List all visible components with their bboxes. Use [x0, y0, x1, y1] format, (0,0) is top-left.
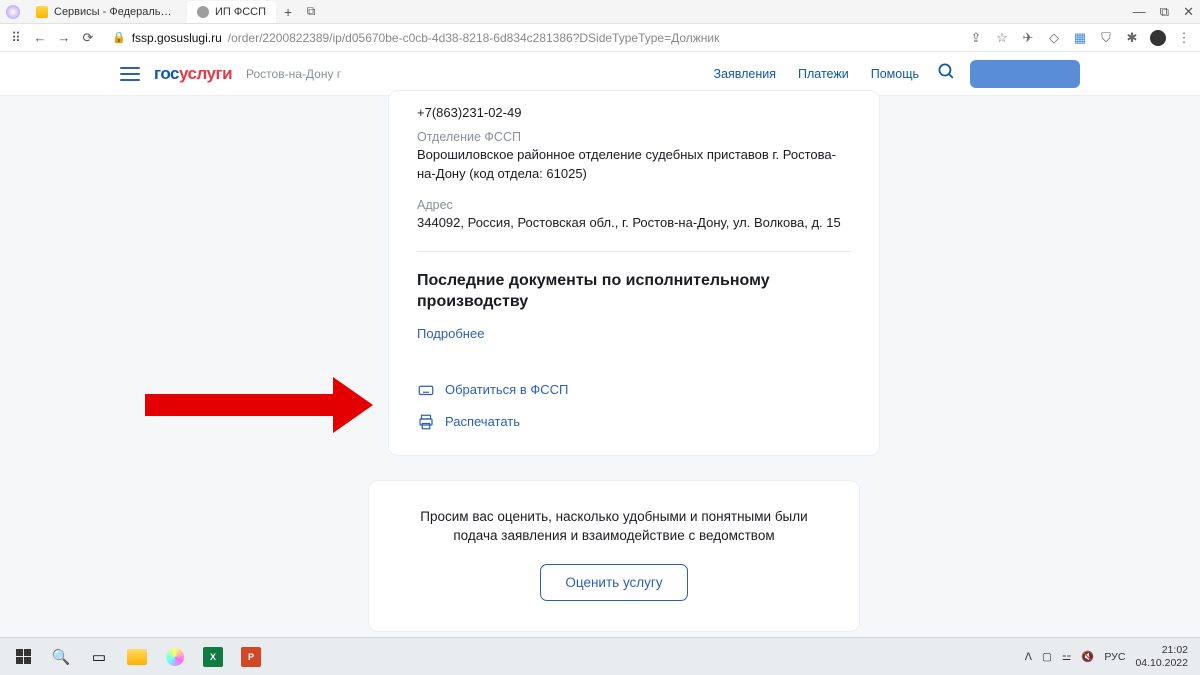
city-selector[interactable]: Ростов-на-Дону г [246, 67, 341, 81]
dept-value: Ворошиловское районное отделение судебны… [417, 146, 851, 184]
maximize-button[interactable]: ⧉ [1160, 4, 1169, 20]
shield2-icon[interactable]: ⛉ [1098, 30, 1114, 46]
clock-date: 04.10.2022 [1135, 657, 1188, 669]
profile-button[interactable] [970, 60, 1080, 88]
feedback-card: Просим вас оценить, насколько удобными и… [368, 480, 860, 632]
profile-icon[interactable] [1150, 30, 1166, 46]
clock-time: 21:02 [1135, 644, 1188, 656]
menu-icon[interactable]: ⋮ [1176, 30, 1192, 46]
phone-value: +7(863)231-02-49 [417, 105, 851, 120]
more-link[interactable]: Подробнее [417, 326, 484, 341]
tray-chevron-icon[interactable]: ᐱ [1025, 651, 1032, 663]
contact-fssp-action[interactable]: Обратиться в ФССП [417, 381, 851, 399]
lang-indicator[interactable]: РУС [1104, 651, 1125, 663]
print-link[interactable]: Распечатать [445, 414, 520, 429]
wifi-icon[interactable]: ⚍ [1062, 651, 1071, 663]
browser-brand-icon [6, 5, 20, 19]
forward-button[interactable]: → [56, 30, 72, 46]
new-tab-button[interactable]: + [277, 4, 299, 20]
reload-button[interactable]: ⟳ [80, 30, 96, 46]
nav-applications[interactable]: Заявления [709, 67, 780, 81]
browser-tab-2[interactable]: ИП ФССП [187, 1, 276, 23]
lock-icon: 🔒 [112, 31, 126, 44]
documents-section-title: Последние документы по исполнительному п… [417, 270, 851, 313]
divider [417, 251, 851, 252]
app-icon[interactable] [158, 642, 192, 672]
dept-label: Отделение ФССП [417, 130, 851, 144]
url-host: fssp.gosuslugi.ru [132, 31, 222, 45]
nav-help[interactable]: Помощь [867, 67, 923, 81]
powerpoint-icon[interactable]: P [234, 642, 268, 672]
favicon-icon [197, 6, 209, 18]
url-path: /order/2200822389/ip/d05670be-c0cb-4d38-… [228, 31, 720, 45]
print-action[interactable]: Распечатать [417, 413, 851, 431]
browser-tab-strip: Сервисы - Федеральная слу ИП ФССП + ⧉ — … [0, 0, 1200, 24]
browser-toolbar: ⠿ ← → ⟳ 🔒 fssp.gosuslugi.ru/order/220082… [0, 24, 1200, 52]
shield-icon[interactable]: ◇ [1046, 30, 1062, 46]
extensions-icon[interactable]: ✱ [1124, 30, 1140, 46]
translate-icon[interactable]: ▦ [1072, 30, 1088, 46]
addr-value: 344092, Россия, Ростовская обл., г. Рост… [417, 214, 851, 233]
tab-title: Сервисы - Федеральная слу [54, 6, 176, 18]
minimize-button[interactable]: — [1133, 4, 1146, 20]
address-bar[interactable]: 🔒 fssp.gosuslugi.ru/order/2200822389/ip/… [104, 31, 960, 45]
task-view-icon[interactable]: ▭ [82, 642, 116, 672]
clock[interactable]: 21:02 04.10.2022 [1135, 644, 1194, 668]
tab-title: ИП ФССП [215, 6, 266, 18]
site-logo[interactable]: госуслуги [154, 64, 232, 84]
keyboard-icon [417, 381, 435, 399]
close-button[interactable]: ✕ [1183, 4, 1194, 20]
excel-icon[interactable]: X [196, 642, 230, 672]
bookmark-icon[interactable]: ☆ [994, 30, 1010, 46]
search-taskbar-icon[interactable]: 🔍 [44, 642, 78, 672]
nav-payments[interactable]: Платежи [794, 67, 853, 81]
favicon-icon [36, 6, 48, 18]
contact-fssp-link[interactable]: Обратиться в ФССП [445, 382, 568, 397]
menu-burger-icon[interactable] [120, 67, 140, 81]
printer-icon [417, 413, 435, 431]
feedback-text: Просим вас оценить, насколько удобными и… [409, 507, 819, 546]
apps-icon[interactable]: ⠿ [8, 30, 24, 46]
start-button[interactable] [6, 642, 40, 672]
sound-icon[interactable]: 🔇 [1081, 650, 1094, 663]
file-explorer-icon[interactable] [120, 642, 154, 672]
windows-taskbar: 🔍 ▭ X P ᐱ ▢ ⚍ 🔇 РУС 21:02 04.10.2022 [0, 637, 1200, 675]
main-card: +7(863)231-02-49 Отделение ФССП Ворошило… [388, 90, 880, 456]
annotation-arrow [145, 394, 335, 416]
send-icon[interactable]: ✈ [1020, 30, 1036, 46]
tab-overflow-icon[interactable]: ⧉ [300, 4, 322, 19]
search-icon[interactable] [937, 62, 956, 86]
battery-icon[interactable]: ▢ [1042, 651, 1052, 663]
browser-tab-1[interactable]: Сервисы - Федеральная слу [26, 1, 186, 23]
rate-service-button[interactable]: Оценить услугу [540, 564, 687, 601]
addr-label: Адрес [417, 198, 851, 212]
back-button[interactable]: ← [32, 30, 48, 46]
share-icon[interactable]: ⇪ [968, 30, 984, 46]
